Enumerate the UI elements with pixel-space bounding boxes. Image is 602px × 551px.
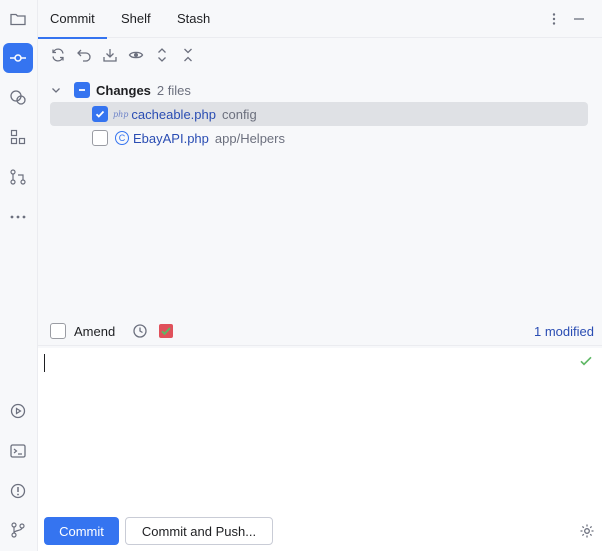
- tab-shelf[interactable]: Shelf: [109, 0, 163, 38]
- problems-tool-button[interactable]: [3, 476, 33, 506]
- modified-count-link[interactable]: 1 modified: [534, 324, 594, 339]
- tab-commit[interactable]: Commit: [38, 0, 107, 39]
- git-icon: [11, 522, 25, 538]
- file-path: app/Helpers: [214, 130, 285, 146]
- changes-group-row[interactable]: Changes 2 files: [50, 78, 590, 102]
- amend-bar: Amend 1 modified: [38, 318, 602, 346]
- tab-stash[interactable]: Stash: [165, 0, 222, 38]
- changes-group-count: 2 files: [156, 82, 191, 98]
- options-button[interactable]: [543, 8, 565, 30]
- git-tool-button[interactable]: [3, 515, 33, 545]
- amend-checkbox[interactable]: [50, 323, 66, 339]
- gear-icon[interactable]: [579, 523, 595, 539]
- pull-requests-tool-button[interactable]: [3, 162, 33, 192]
- chevron-down-icon[interactable]: [50, 84, 62, 96]
- services-tool-button[interactable]: [3, 396, 33, 426]
- plugins-tool-button[interactable]: [3, 82, 33, 112]
- structure-icon: [10, 129, 26, 145]
- structure-tool-button[interactable]: [3, 122, 33, 152]
- collapse-all-icon: [184, 48, 192, 62]
- tab-bar: Commit Shelf Stash: [38, 0, 602, 39]
- spellcheck-ok-icon: [580, 356, 592, 366]
- file-path: config: [221, 106, 257, 122]
- commit-tool-button[interactable]: [3, 43, 33, 73]
- rollback-icon: [77, 49, 91, 62]
- file-name: EbayAPI.php: [133, 130, 209, 146]
- file-row[interactable]: php cacheable.php config: [50, 102, 588, 126]
- project-tool-button[interactable]: [3, 4, 33, 34]
- check-icon: [95, 110, 105, 118]
- folder-icon: [10, 13, 26, 26]
- plugins-icon: [10, 90, 26, 105]
- expand-all-button[interactable]: [151, 44, 173, 66]
- tool-window-strip: [0, 0, 38, 551]
- refresh-icon: [52, 48, 64, 62]
- history-icon[interactable]: [132, 323, 148, 339]
- commit-button[interactable]: Commit: [44, 517, 119, 545]
- changes-group-label: Changes: [96, 82, 151, 98]
- commit-actions: Commit Commit and Push...: [38, 503, 602, 551]
- commit-and-push-button[interactable]: Commit and Push...: [125, 517, 273, 545]
- pull-requests-icon: [10, 169, 26, 185]
- preview-diff-icon: [128, 51, 144, 59]
- class-file-icon: C: [115, 131, 129, 145]
- partial-check-icon: [79, 89, 85, 91]
- php-file-icon: php: [113, 109, 129, 119]
- refresh-button[interactable]: [47, 44, 69, 66]
- collapse-all-button[interactable]: [177, 44, 199, 66]
- file-checkbox[interactable]: [92, 130, 108, 146]
- rollback-button[interactable]: [73, 44, 95, 66]
- commit-icon: [10, 54, 26, 62]
- file-name: cacheable.php: [131, 106, 216, 122]
- commit-checks-icon[interactable]: [158, 323, 174, 339]
- changes-toolbar: [38, 40, 602, 70]
- commit-panel: Commit Shelf Stash Changes 2 files php c…: [38, 0, 602, 551]
- problems-icon: [10, 483, 26, 499]
- update-button[interactable]: [99, 44, 121, 66]
- more-icon: [10, 215, 26, 219]
- preview-diff-button[interactable]: [125, 44, 147, 66]
- changes-group-checkbox[interactable]: [74, 82, 90, 98]
- file-row[interactable]: C EbayAPI.php app/Helpers: [50, 126, 588, 150]
- text-caret: [44, 354, 45, 372]
- commit-message-editor[interactable]: [38, 348, 602, 503]
- minimize-icon: [574, 18, 584, 20]
- more-vertical-icon: [552, 13, 556, 25]
- expand-all-icon: [158, 48, 166, 62]
- services-icon: [10, 403, 26, 419]
- file-checkbox[interactable]: [92, 106, 108, 122]
- terminal-icon: [10, 444, 26, 458]
- terminal-tool-button[interactable]: [3, 436, 33, 466]
- amend-label[interactable]: Amend: [74, 324, 115, 339]
- more-tools-button[interactable]: [3, 202, 33, 232]
- update-icon: [103, 49, 117, 62]
- minimize-button[interactable]: [568, 8, 590, 30]
